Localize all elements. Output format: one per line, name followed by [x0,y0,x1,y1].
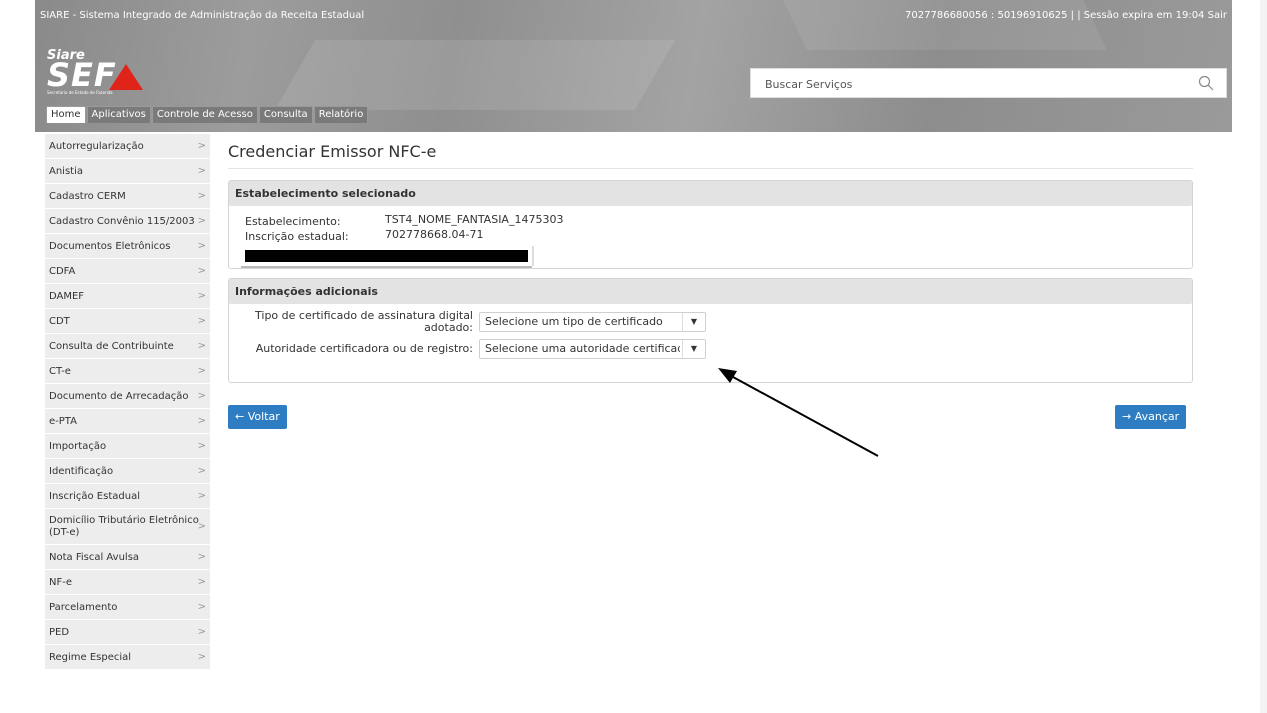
annotation-arrow [718,368,879,457]
scrollbar[interactable] [1260,0,1267,713]
